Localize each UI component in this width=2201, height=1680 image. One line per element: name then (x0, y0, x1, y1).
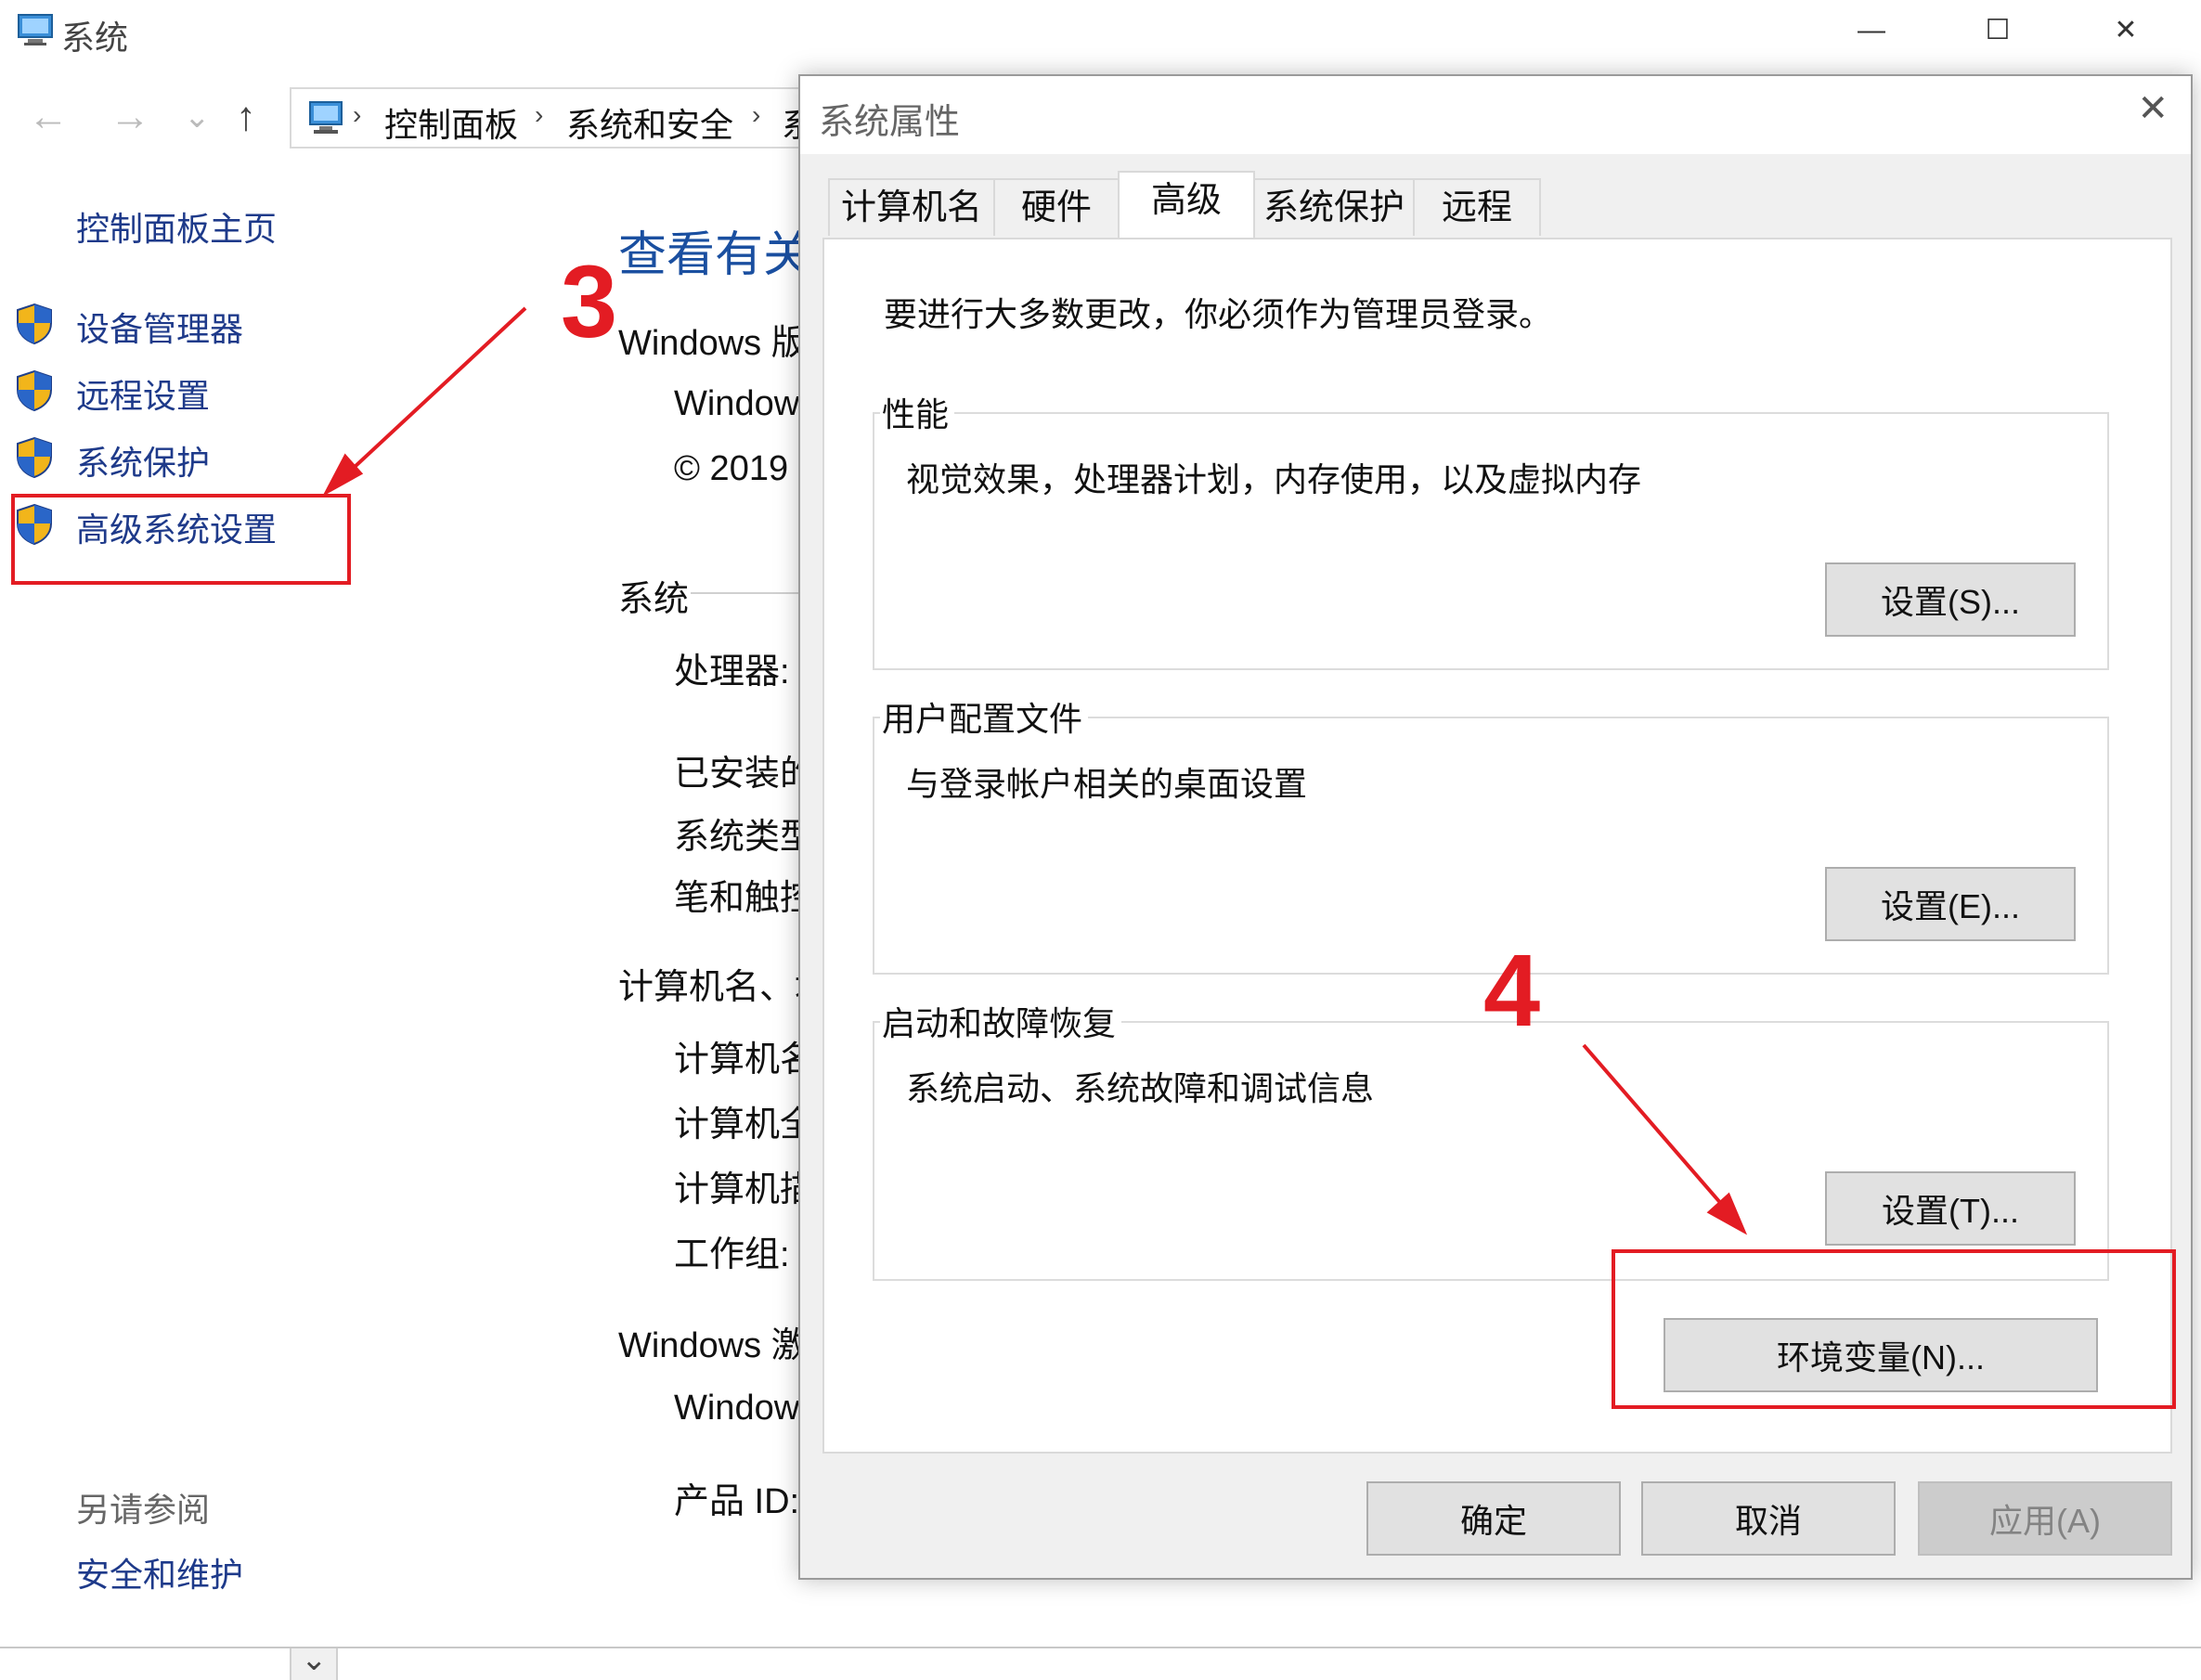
tab-advanced[interactable]: 高级 (1118, 171, 1255, 238)
dialog-title: 系统属性 (819, 103, 961, 142)
computer-description-label: 计算机描 (674, 1170, 816, 1209)
system-section-heading: 系统 (618, 580, 690, 619)
windows-edition-value: Window (674, 384, 800, 423)
sidebar-item-remote-settings[interactable]: 远程设置 (76, 369, 210, 418)
user-profiles-description: 与登录帐户相关的桌面设置 (906, 765, 1308, 803)
window-title: 系统 (61, 19, 129, 57)
installed-ram-label: 已安装的 (674, 755, 816, 794)
up-button[interactable]: ↑ (236, 89, 256, 145)
uac-shield-icon (17, 369, 52, 412)
control-panel-home-link[interactable]: 控制面板主页 (76, 202, 277, 251)
annotation-highlight-advanced-settings (11, 494, 351, 585)
chevron-down-icon: ⌄ (301, 1642, 328, 1677)
maximize-button[interactable]: ☐ (1951, 7, 2044, 54)
scroll-down-button[interactable]: ⌄ (290, 1642, 338, 1680)
tab-system-protection[interactable]: 系统保护 (1253, 178, 1415, 236)
see-also-heading: 另请参阅 (76, 1491, 211, 1529)
page-heading: 查看有关 (618, 228, 812, 282)
annotation-step-3: 3 (561, 245, 618, 359)
startup-recovery-description: 系统启动、系统故障和调试信息 (906, 1069, 1375, 1107)
processor-label: 处理器: (674, 653, 790, 691)
computer-name-label: 计算机名 (674, 1040, 816, 1079)
dialog-close-button[interactable]: ✕ (2137, 87, 2169, 130)
tab-remote[interactable]: 远程 (1413, 178, 1541, 236)
activation-value: Window (674, 1389, 800, 1428)
admin-notice: 要进行大多数更改，你必须作为管理员登录。 (884, 295, 1553, 333)
recent-locations-button[interactable]: ⌄ (184, 89, 211, 145)
startup-recovery-settings-button[interactable]: 设置(T)... (1825, 1171, 2076, 1246)
back-button[interactable]: ← (28, 89, 69, 145)
tab-hardware[interactable]: 硬件 (993, 178, 1120, 236)
activation-section-heading: Windows 激 (618, 1326, 807, 1365)
breadcrumb-system-security[interactable]: 系统和安全 (566, 98, 733, 147)
performance-description: 视觉效果，处理器计划，内存使用，以及虚拟内存 (906, 460, 1642, 498)
performance-settings-button[interactable]: 设置(S)... (1825, 562, 2076, 637)
uac-shield-icon (17, 303, 52, 345)
system-type-label: 系统类型 (674, 818, 816, 857)
system-computer-icon (18, 14, 53, 45)
annotation-highlight-env-button (1612, 1249, 2176, 1409)
computer-icon (309, 101, 343, 134)
minimize-button[interactable]: — (1825, 7, 1918, 54)
performance-group-label: 性能 (880, 388, 955, 436)
dialog-titlebar: 系统属性 ✕ (800, 76, 2191, 154)
forward-button[interactable]: → (110, 89, 150, 145)
uac-shield-icon (17, 436, 52, 479)
window-titlebar: 系统 — ☐ ✕ (0, 0, 2201, 63)
performance-group: 性能 视觉效果，处理器计划，内存使用，以及虚拟内存 设置(S)... (873, 388, 2109, 670)
workgroup-label: 工作组: (674, 1235, 790, 1274)
cancel-button[interactable]: 取消 (1641, 1481, 1896, 1556)
annotation-step-4: 4 (1483, 934, 1541, 1048)
user-profiles-group-label: 用户配置文件 (880, 692, 1089, 741)
section-divider (691, 592, 802, 594)
breadcrumb-control-panel[interactable]: 控制面板 (384, 98, 518, 147)
close-button[interactable]: ✕ (2079, 7, 2172, 54)
breadcrumb-separator: › (752, 100, 761, 129)
sidebar-item-system-protection[interactable]: 系统保护 (76, 436, 210, 485)
address-box[interactable]: › 控制面板 › 系统和安全 › 系 (290, 87, 815, 149)
user-profiles-settings-button[interactable]: 设置(E)... (1825, 867, 2076, 941)
breadcrumb-separator: › (353, 100, 362, 129)
pen-touch-label: 笔和触控 (674, 879, 816, 918)
windows-edition-heading: Windows 版 (618, 324, 807, 363)
full-computer-name-label: 计算机全 (674, 1105, 816, 1144)
security-maintenance-link[interactable]: 安全和维护 (76, 1548, 243, 1596)
apply-button[interactable]: 应用(A) (1918, 1481, 2172, 1556)
breadcrumb-separator: › (535, 100, 544, 129)
tab-computer-name[interactable]: 计算机名 (828, 178, 995, 236)
product-id-label: 产品 ID: (674, 1482, 800, 1521)
startup-recovery-group-label: 启动和故障恢复 (880, 997, 1122, 1045)
sidebar-item-device-manager[interactable]: 设备管理器 (76, 303, 243, 351)
startup-recovery-group: 启动和故障恢复 系统启动、系统故障和调试信息 设置(T)... (873, 997, 2109, 1281)
ok-button[interactable]: 确定 (1366, 1481, 1621, 1556)
copyright-text: © 2019 (674, 449, 789, 488)
